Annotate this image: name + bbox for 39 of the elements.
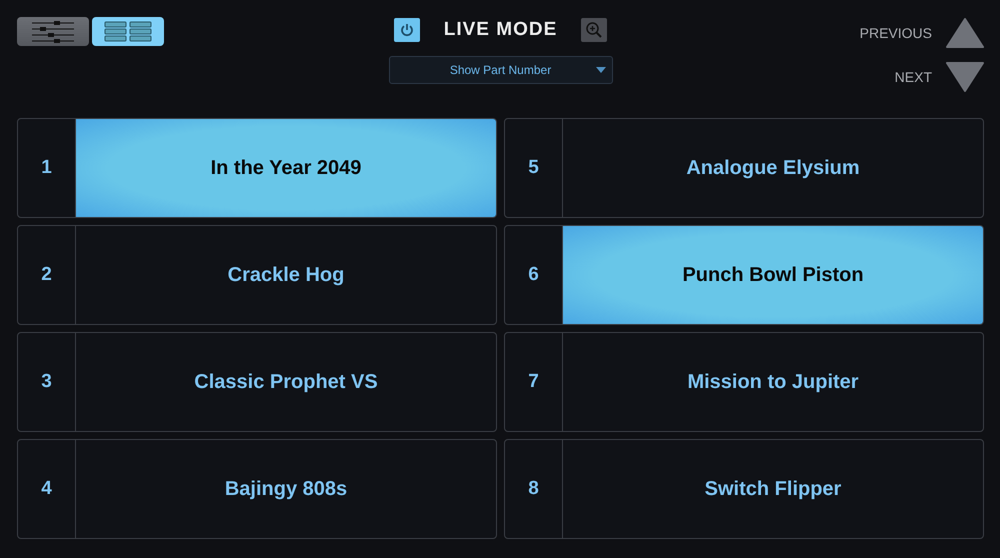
part-name: Punch Bowl Piston bbox=[563, 226, 983, 324]
nav-label: NEXT bbox=[894, 69, 932, 85]
part-card[interactable]: 6 Punch Bowl Piston bbox=[504, 225, 984, 325]
display-dropdown[interactable]: Show Part Number bbox=[388, 56, 612, 84]
part-card[interactable]: 8 Switch Flipper bbox=[504, 439, 984, 539]
part-number: 2 bbox=[18, 226, 76, 324]
nav-label: PREVIOUS bbox=[860, 25, 932, 41]
part-name: Bajingy 808s bbox=[224, 476, 348, 502]
part-number: 7 bbox=[505, 333, 563, 431]
view-toggle-button[interactable] bbox=[92, 17, 164, 46]
part-number: 5 bbox=[505, 119, 563, 217]
part-name: Analogue Elysium bbox=[685, 156, 861, 180]
previous-button[interactable] bbox=[946, 17, 984, 49]
zoom-in-icon bbox=[585, 21, 604, 39]
mode-title: LIVE MODE bbox=[444, 19, 558, 41]
view-toggle-button[interactable] bbox=[17, 17, 89, 46]
part-name: In the Year 2049 bbox=[76, 119, 496, 217]
part-name: Classic Prophet VS bbox=[193, 370, 379, 394]
part-card[interactable]: 7 Mission to Jupiter bbox=[504, 332, 984, 432]
part-name: Mission to Jupiter bbox=[686, 370, 860, 394]
next-button[interactable] bbox=[946, 61, 984, 93]
part-number: 3 bbox=[18, 333, 76, 431]
part-card[interactable]: 5 Analogue Elysium bbox=[504, 118, 984, 218]
caret-icon bbox=[596, 67, 606, 73]
part-number: 4 bbox=[18, 440, 76, 538]
part-card[interactable]: 3 Classic Prophet VS bbox=[17, 332, 497, 432]
grid-icon bbox=[104, 20, 152, 42]
part-card[interactable]: 4 Bajingy 808s bbox=[17, 439, 497, 539]
power-button[interactable] bbox=[394, 18, 420, 42]
zoom-in-button[interactable] bbox=[581, 18, 608, 42]
power-icon bbox=[398, 22, 415, 38]
up-triangle-icon bbox=[946, 17, 984, 49]
part-name: Crackle Hog bbox=[226, 262, 346, 288]
sliders-icon bbox=[30, 20, 76, 44]
down-triangle-icon bbox=[946, 61, 984, 93]
part-name: Switch Flipper bbox=[704, 476, 842, 502]
part-card[interactable]: 2 Crackle Hog bbox=[17, 225, 497, 325]
part-card[interactable]: 1 In the Year 2049 bbox=[17, 118, 497, 218]
part-number: 8 bbox=[505, 440, 563, 538]
